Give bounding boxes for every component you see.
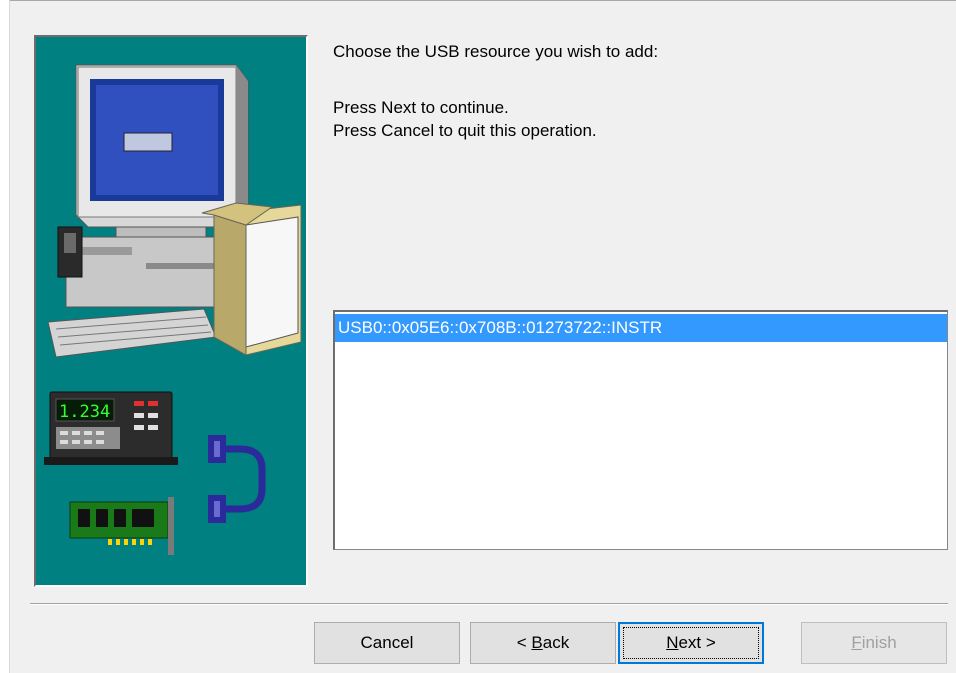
usb-connector-icon	[208, 435, 266, 523]
finish-button-mnemonic: F	[851, 633, 862, 652]
gpib-card-icon	[69, 497, 174, 555]
next-button-label-rest: ext >	[678, 633, 716, 652]
next-button[interactable]: Next >	[618, 622, 764, 664]
multimeter-icon: 1.234	[44, 391, 178, 465]
instruction-heading: Choose the USB resource you wish to add:	[333, 42, 659, 61]
back-button-prefix: <	[516, 633, 532, 652]
back-button-label-rest: ack	[542, 633, 570, 652]
wizard-illustration-panel: 1.234	[34, 35, 308, 587]
back-button[interactable]: < Back	[470, 622, 616, 664]
next-button-mnemonic: N	[666, 633, 679, 652]
cancel-button[interactable]: Cancel	[314, 622, 460, 664]
dialog-left-edge	[0, 0, 10, 673]
usb-resource-listbox[interactable]: USB0::0x05E6::0x708B::01273722::INSTR	[333, 310, 948, 550]
instruction-next: Press Next to continue.	[333, 98, 509, 117]
dialog-top-edge	[0, 0, 956, 10]
finish-button-label-rest: inish	[861, 633, 897, 652]
list-item-selected[interactable]: USB0::0x05E6::0x708B::01273722::INSTR	[335, 314, 947, 342]
svg-text:1.234: 1.234	[59, 402, 110, 422]
instruction-cancel: Press Cancel to quit this operation.	[333, 121, 597, 140]
back-button-mnemonic: B	[531, 633, 543, 652]
computer-illustration	[47, 64, 302, 358]
button-separator	[30, 603, 948, 605]
finish-button: Finish	[801, 622, 947, 664]
